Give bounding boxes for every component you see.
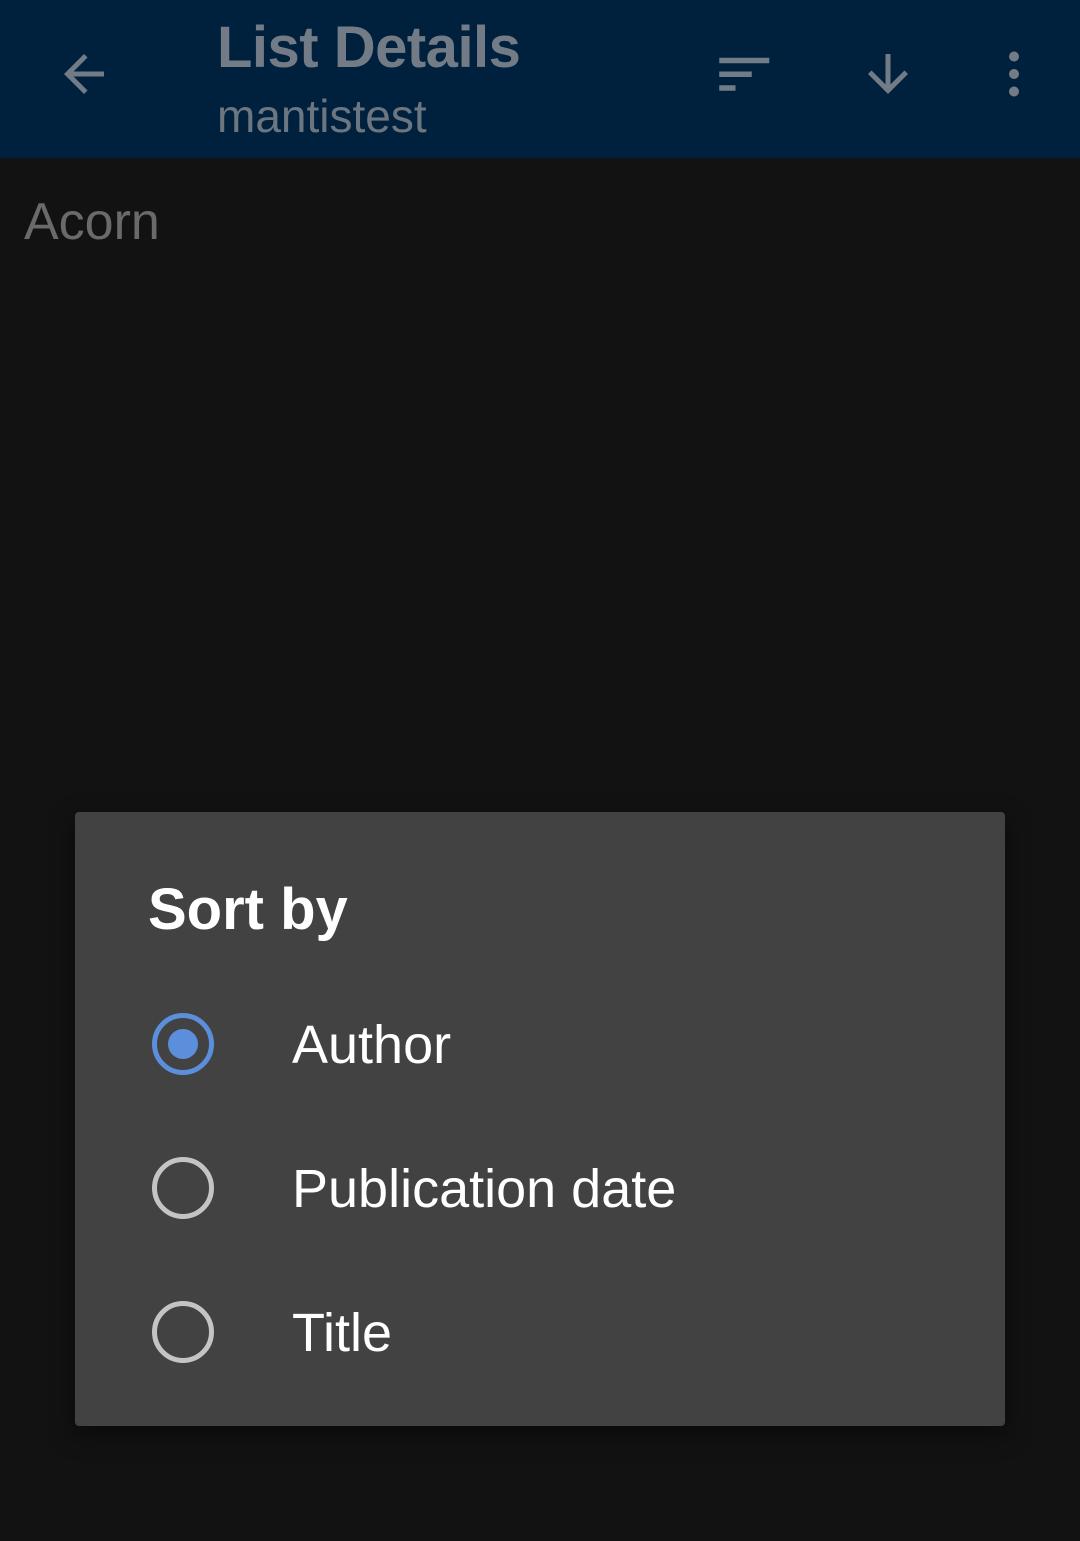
sort-option-title[interactable]: Title [75, 1260, 1005, 1404]
download-button[interactable] [840, 26, 936, 122]
page-subtitle: mantistest [217, 90, 427, 142]
dialog-title: Sort by [148, 877, 348, 942]
arrow-down-icon [868, 54, 908, 94]
sort-option-label: Title [292, 1303, 393, 1363]
screen: List Details mantistest Acorn Sort by Au… [0, 0, 1080, 1541]
sort-icon [719, 57, 770, 91]
list-item[interactable]: Acorn [24, 192, 160, 252]
sort-dialog: Sort by Author Publication date Title [75, 812, 1005, 1426]
arrow-left-icon [64, 54, 104, 94]
more-vertical-icon [1009, 51, 1019, 97]
radio-button-checked[interactable] [152, 1013, 214, 1075]
app-bar: List Details mantistest [0, 0, 1080, 158]
page-title: List Details [217, 15, 521, 80]
sort-option-author[interactable]: Author [75, 972, 1005, 1116]
sort-button[interactable] [695, 26, 791, 122]
back-button[interactable] [36, 26, 132, 122]
sort-option-publication-date[interactable]: Publication date [75, 1116, 1005, 1260]
radio-button-unchecked[interactable] [152, 1157, 214, 1219]
sort-option-label: Author [292, 1015, 452, 1075]
app-bar-titles: List Details mantistest [217, 14, 521, 144]
sort-option-label: Publication date [292, 1159, 677, 1219]
more-options-button[interactable] [966, 26, 1062, 122]
radio-button-unchecked[interactable] [152, 1301, 214, 1363]
